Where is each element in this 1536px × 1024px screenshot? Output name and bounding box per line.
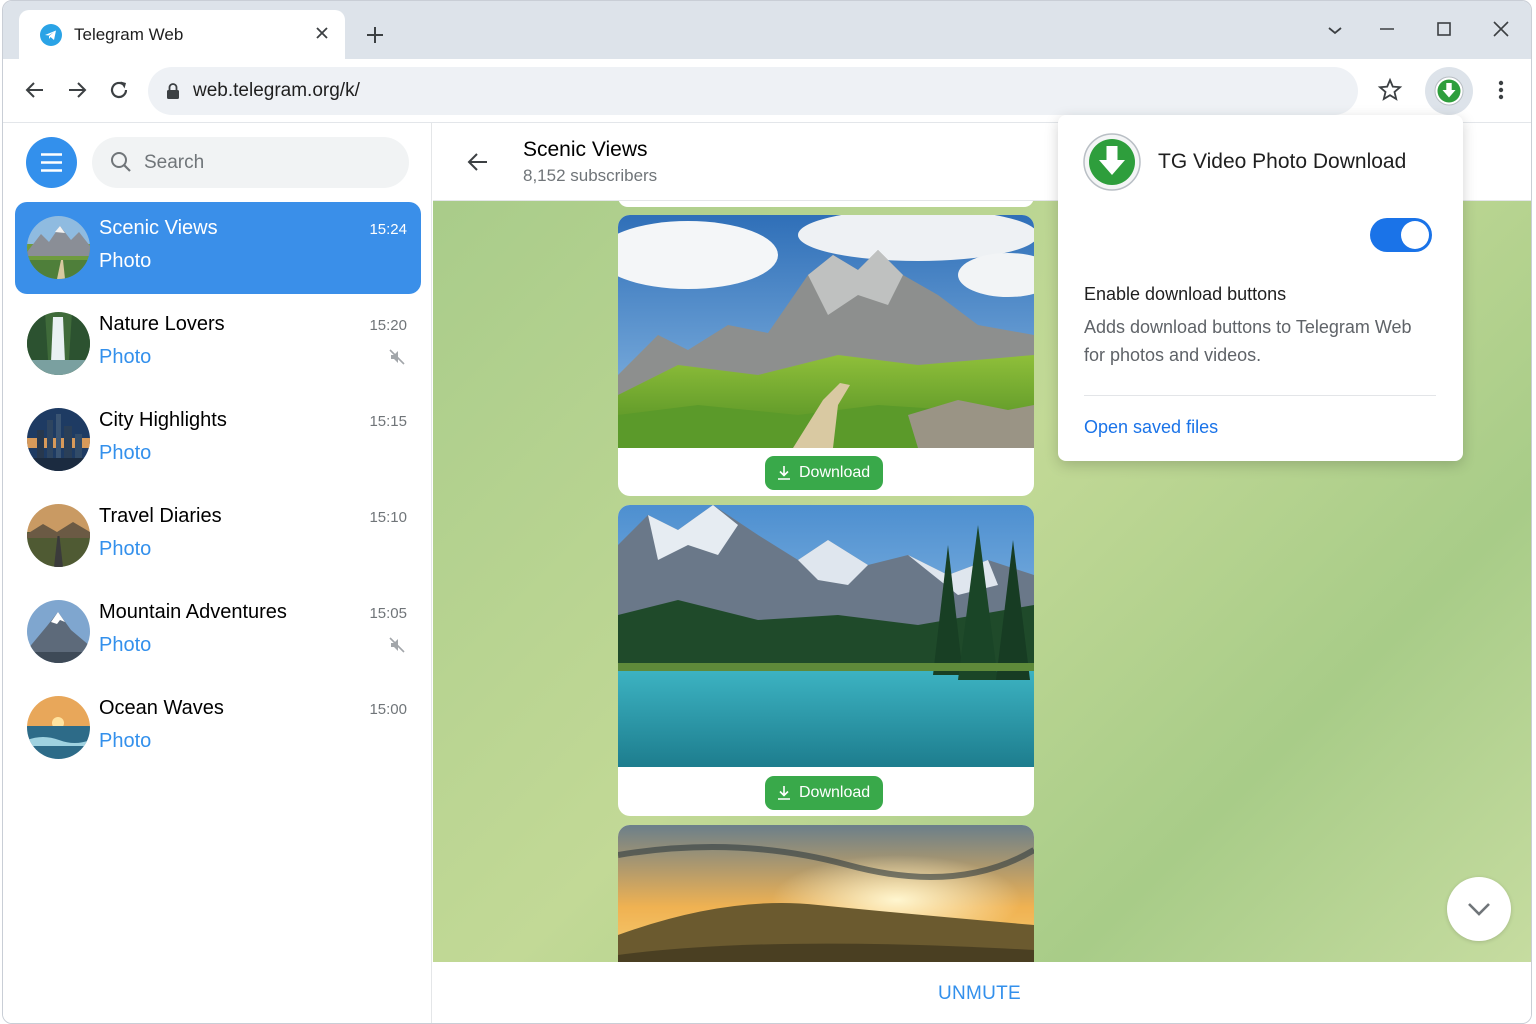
- hamburger-menu-button[interactable]: [26, 137, 77, 188]
- extension-button[interactable]: [1425, 67, 1473, 115]
- chat-preview: Photo: [99, 346, 152, 368]
- chat-time: 15:00: [369, 701, 407, 718]
- avatar: [27, 600, 90, 663]
- muted-speaker-icon: [388, 348, 406, 366]
- chat-item-travel-diaries[interactable]: Travel Diaries Photo 15:10: [15, 490, 421, 582]
- chat-time: 15:05: [369, 605, 407, 622]
- plus-icon[interactable]: [363, 23, 387, 47]
- unmute-button[interactable]: UNMUTE: [433, 962, 1526, 1023]
- photo-sunset-hills[interactable]: [618, 825, 1034, 962]
- browser-tab[interactable]: Telegram Web: [19, 10, 345, 59]
- chat-name: Mountain Adventures: [99, 601, 287, 623]
- close-icon[interactable]: [311, 22, 333, 44]
- divider: [1084, 395, 1436, 396]
- chat-preview: Photo: [99, 730, 152, 752]
- lock-icon[interactable]: [166, 82, 180, 100]
- url-text: web.telegram.org/k/: [193, 80, 360, 101]
- browser-window: Telegram Web web.telegram.org/k/ Search …: [2, 0, 1532, 1024]
- search-icon: [110, 151, 132, 173]
- reload-icon[interactable]: [106, 77, 132, 103]
- browser-toolbar: web.telegram.org/k/: [3, 59, 1531, 123]
- hamburger-icon: [41, 153, 62, 172]
- chat-name: Travel Diaries: [99, 505, 222, 527]
- popup-title: TG Video Photo Download: [1158, 150, 1407, 173]
- channel-title: Scenic Views: [523, 138, 648, 161]
- chat-item-scenic-views[interactable]: Scenic Views Photo 15:24: [15, 202, 421, 294]
- download-extension-icon: [1083, 133, 1141, 191]
- chat-preview: Photo: [99, 442, 152, 464]
- extension-popup: TG Video Photo Download Enable download …: [1058, 115, 1463, 461]
- avatar: [27, 696, 90, 759]
- open-saved-files-link[interactable]: Open saved files: [1084, 417, 1218, 438]
- download-button[interactable]: Download: [765, 776, 883, 810]
- channel-subscribers: 8,152 subscribers: [523, 166, 658, 185]
- download-button[interactable]: Download: [765, 456, 883, 490]
- chat-name: Nature Lovers: [99, 313, 225, 335]
- chat-time: 15:10: [369, 509, 407, 526]
- search-input[interactable]: [144, 137, 394, 188]
- maximize-icon[interactable]: [1432, 18, 1456, 42]
- search-box[interactable]: [92, 137, 409, 188]
- download-extension-icon: [1434, 76, 1464, 106]
- chat-name: Ocean Waves: [99, 697, 224, 719]
- address-bar[interactable]: web.telegram.org/k/: [148, 67, 1358, 115]
- chat-name: City Highlights: [99, 409, 227, 431]
- scroll-to-bottom-button[interactable]: [1447, 877, 1511, 941]
- photo-message: Download: [618, 215, 1034, 496]
- star-icon[interactable]: [1377, 77, 1403, 103]
- minimize-icon[interactable]: [1375, 18, 1399, 42]
- back-arrow-icon[interactable]: [22, 77, 48, 103]
- previous-message-edge: [618, 201, 1034, 207]
- chat-item-nature-lovers[interactable]: Nature Lovers Photo 15:20: [15, 298, 421, 390]
- tab-strip: Telegram Web: [3, 1, 1531, 59]
- chevron-down-icon: [1468, 903, 1490, 916]
- avatar: [27, 216, 90, 279]
- chat-preview: Photo: [99, 250, 152, 272]
- photo-message: Download: [618, 505, 1034, 816]
- chat-time: 15:15: [369, 413, 407, 430]
- chat-item-mountain-adventures[interactable]: Mountain Adventures Photo 15:05: [15, 586, 421, 678]
- chat-time: 15:20: [369, 317, 407, 334]
- chat-time: 15:24: [369, 221, 407, 238]
- avatar: [27, 312, 90, 375]
- forward-arrow-icon[interactable]: [64, 77, 90, 103]
- chat-preview: Photo: [99, 634, 152, 656]
- avatar: [27, 408, 90, 471]
- muted-speaker-icon: [388, 636, 406, 654]
- tab-title: Telegram Web: [74, 25, 184, 44]
- chat-item-city-highlights[interactable]: City Highlights Photo 15:15: [15, 394, 421, 486]
- chat-preview: Photo: [99, 538, 152, 560]
- enable-download-toggle[interactable]: [1370, 218, 1432, 252]
- avatar: [27, 504, 90, 567]
- photo-mountain-lake[interactable]: [618, 505, 1034, 767]
- window-close-icon[interactable]: [1489, 18, 1513, 42]
- photo-mountain-meadow[interactable]: [618, 215, 1034, 448]
- chat-sidebar: Scenic Views Photo 15:24 Nature Lovers P…: [3, 123, 432, 1023]
- telegram-favicon-icon: [40, 24, 62, 46]
- chevron-down-icon[interactable]: [1323, 18, 1347, 42]
- photo-message: [618, 825, 1034, 962]
- option-title: Enable download buttons: [1084, 284, 1287, 304]
- download-icon: [776, 785, 792, 801]
- download-icon: [776, 465, 792, 481]
- toggle-knob: [1401, 221, 1429, 249]
- option-description: Adds download buttons to Telegram Web fo…: [1084, 317, 1412, 365]
- chat-item-ocean-waves[interactable]: Ocean Waves Photo 15:00: [15, 682, 421, 774]
- chat-footer: UNMUTE: [433, 962, 1531, 1023]
- chat-name: Scenic Views: [99, 217, 218, 239]
- download-label: Download: [799, 784, 871, 801]
- download-label: Download: [799, 464, 871, 481]
- back-arrow-icon[interactable]: [465, 149, 491, 175]
- kebab-menu-icon[interactable]: [1490, 77, 1512, 103]
